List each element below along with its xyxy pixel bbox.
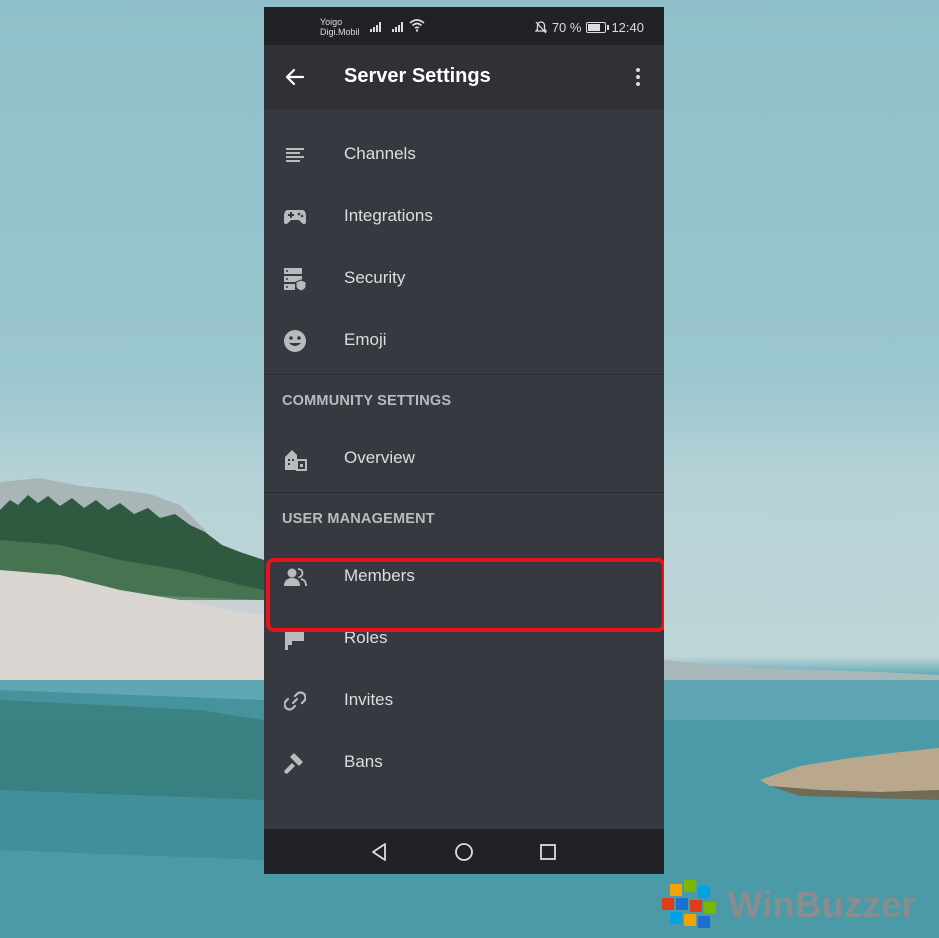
arrow-left-icon (285, 68, 305, 86)
section-header-user-management: USER MANAGEMENT (282, 511, 435, 527)
bell-muted-icon (534, 21, 547, 34)
circle-home-icon (455, 843, 473, 861)
status-right: 70 % 12:40 (534, 20, 644, 35)
battery-icon (586, 22, 610, 33)
menu-item-label: Security (344, 268, 406, 287)
triangle-back-icon (372, 843, 386, 861)
server-shield-icon (282, 266, 308, 292)
link-icon (282, 688, 308, 714)
clock: 12:40 (611, 20, 644, 35)
menu-item-label: Invites (344, 690, 394, 709)
community-icon (282, 446, 308, 472)
menu-item-label: Channels (344, 144, 416, 163)
list-icon (282, 142, 308, 168)
menu-item-integrations[interactable]: Integrations (264, 185, 664, 247)
menu-item-label: Roles (344, 628, 388, 647)
menu-item-invites[interactable]: Invites (264, 669, 664, 731)
wifi-icon (409, 19, 425, 32)
watermark: WinBuzzer (656, 878, 936, 934)
menu-item-label: Members (344, 566, 415, 585)
gamepad-icon (282, 204, 308, 230)
hammer-icon (282, 750, 308, 776)
android-nav-bar (264, 829, 664, 874)
flag-icon (282, 626, 308, 652)
menu-item-label: Overview (344, 448, 415, 467)
page-title: Server Settings (344, 65, 491, 87)
menu-item-members[interactable]: Members (264, 545, 664, 607)
signal-icon (370, 22, 381, 32)
menu-item-label: Bans (344, 752, 383, 771)
square-recents-icon (540, 844, 556, 860)
menu-item-emoji[interactable]: Emoji (264, 309, 664, 371)
signal-icon (392, 22, 403, 32)
menu-item-label: Integrations (344, 206, 433, 225)
carrier-info: Yoigo Digi.Mobil (320, 17, 360, 37)
app-bar: Server Settings (264, 45, 664, 109)
phone-screen: Yoigo Digi.Mobil 70 % 12:40 Server Setti… (264, 7, 664, 874)
nav-back-button[interactable] (368, 841, 390, 863)
settings-menu: Channels Integrations Security Emoji COM… (264, 123, 664, 793)
menu-item-security[interactable]: Security (264, 247, 664, 309)
more-options-button[interactable] (626, 63, 650, 91)
nav-recents-button[interactable] (537, 841, 559, 863)
carrier-2: Digi.Mobil (320, 27, 360, 37)
back-button[interactable] (280, 62, 310, 92)
more-vertical-icon (636, 68, 640, 86)
people-icon (282, 564, 308, 590)
carrier-1: Yoigo (320, 17, 343, 27)
menu-item-channels[interactable]: Channels (264, 123, 664, 185)
battery-percent: 70 % (551, 20, 582, 35)
section-header-community: COMMUNITY SETTINGS (282, 393, 452, 409)
menu-item-roles[interactable]: Roles (264, 607, 664, 669)
winbuzzer-logo-icon (662, 880, 716, 928)
menu-item-overview[interactable]: Overview (264, 427, 664, 489)
status-bar: Yoigo Digi.Mobil 70 % 12:40 (264, 7, 664, 45)
nav-home-button[interactable] (453, 841, 475, 863)
menu-item-bans[interactable]: Bans (264, 731, 664, 793)
watermark-text: WinBuzzer (728, 884, 917, 925)
smile-icon (282, 328, 308, 354)
menu-item-label: Emoji (344, 330, 387, 349)
